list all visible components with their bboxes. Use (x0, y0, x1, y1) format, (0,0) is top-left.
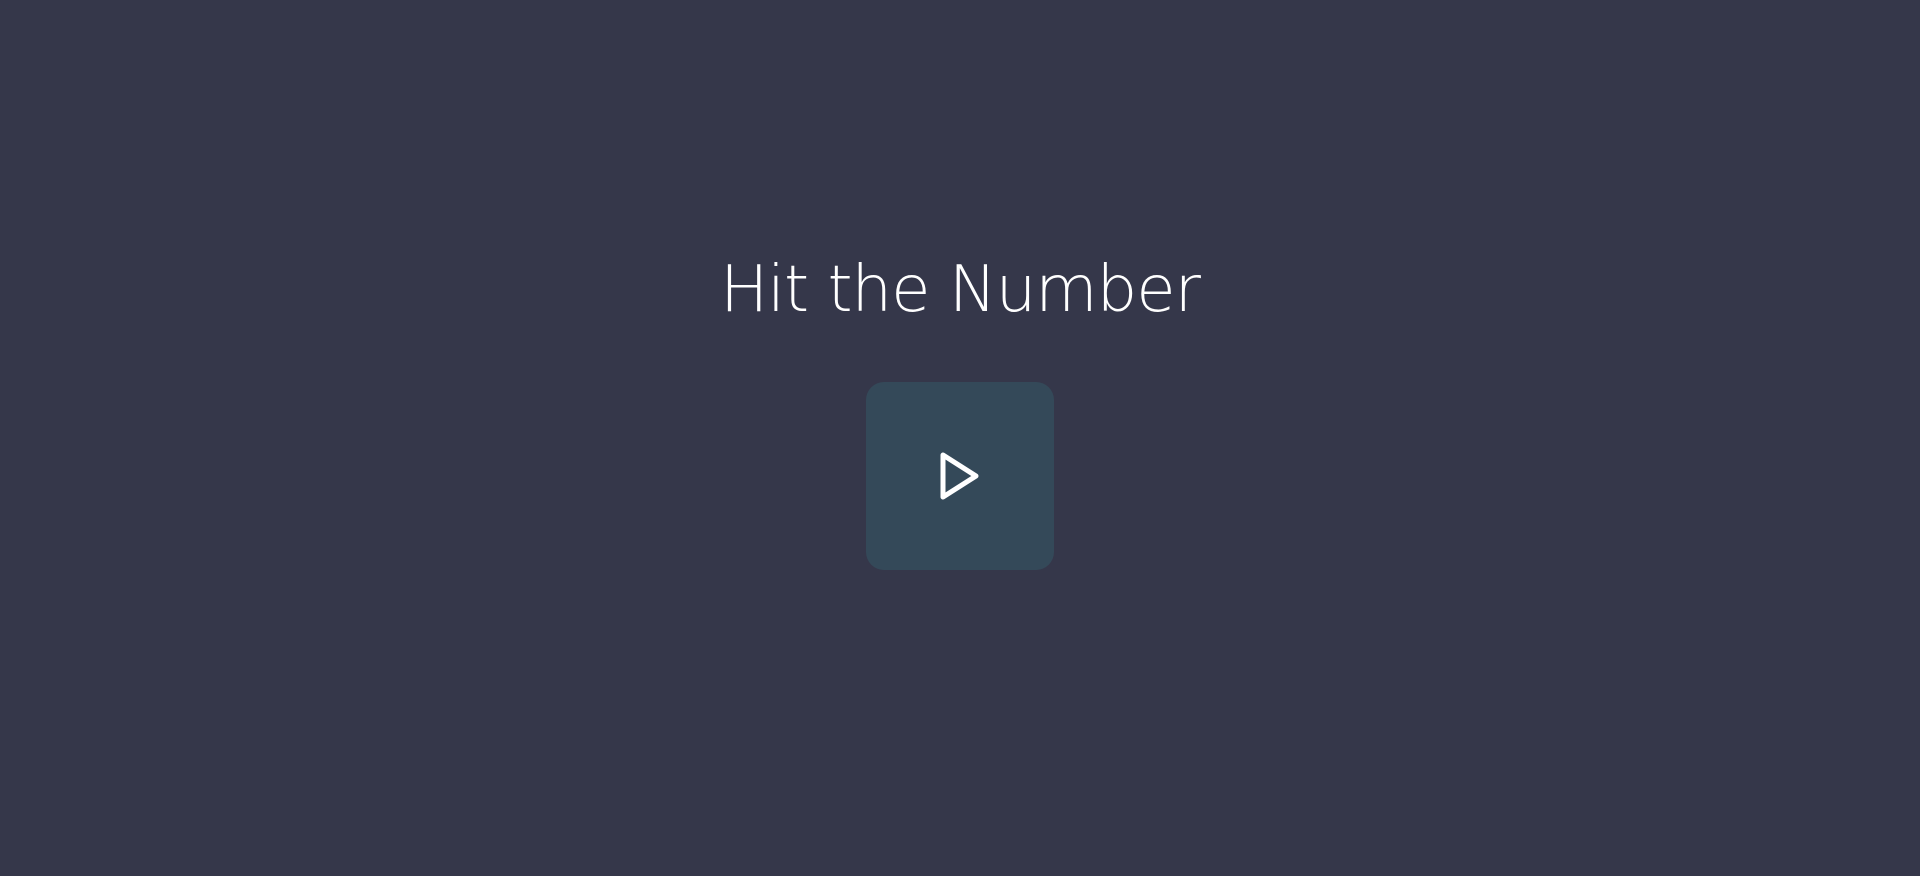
play-icon (940, 452, 980, 500)
start-screen: Hit the Number (0, 0, 1920, 876)
game-title: Hit the Number (720, 252, 1201, 327)
play-button[interactable] (866, 382, 1054, 570)
